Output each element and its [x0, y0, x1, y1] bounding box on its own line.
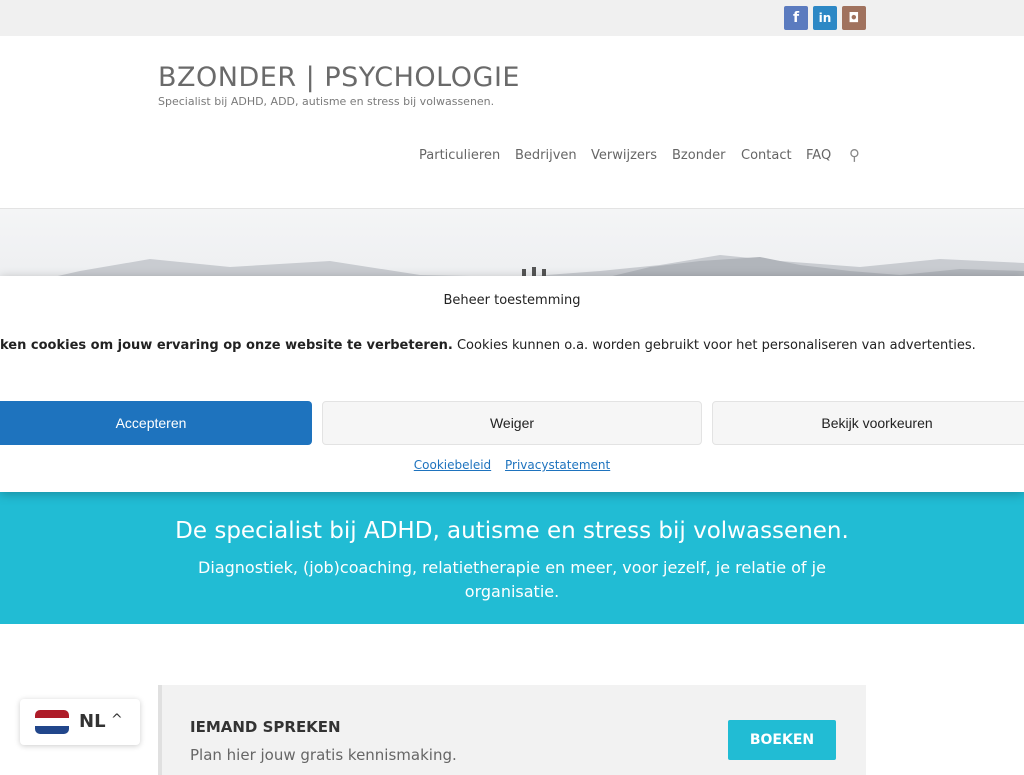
view-preferences-button[interactable]: Bekijk voorkeuren [712, 401, 1024, 445]
nav-item-particulieren[interactable]: Particulieren [419, 148, 500, 163]
language-switcher[interactable]: NL ^ [20, 699, 140, 745]
nav-item-bedrijven[interactable]: Bedrijven [515, 148, 577, 163]
site-header: BZONDER | PSYCHOLOGIE Specialist bij ADH… [0, 36, 1024, 209]
privacy-statement-link[interactable]: Privacystatement [505, 458, 610, 472]
top-bar: f in ◘ [0, 0, 1024, 36]
search-icon[interactable]: ⚲ [849, 146, 860, 164]
deny-cookies-button[interactable]: Weiger [322, 401, 702, 445]
site-subtitle: Specialist bij ADHD, ADD, autisme en str… [158, 95, 495, 108]
nav-item-bzonder[interactable]: Bzonder [672, 148, 726, 163]
nav-item-faq[interactable]: FAQ [806, 148, 831, 163]
cookie-modal-message: ken cookies om jouw ervaring op onze web… [0, 338, 976, 353]
banner-subheading: Diagnostiek, (job)coaching, relatiethera… [198, 558, 826, 601]
cta-box: IEMAND SPREKEN Plan hier jouw gratis ken… [158, 685, 866, 775]
cookie-modal-title: Beheer toestemming [443, 293, 581, 308]
cookie-message-bold: ken cookies om jouw ervaring op onze web… [0, 338, 453, 353]
instagram-icon[interactable]: ◘ [842, 6, 866, 30]
cta-title: IEMAND SPREKEN [190, 718, 341, 736]
chevron-up-icon: ^ [111, 712, 123, 728]
netherlands-flag-icon [35, 710, 69, 734]
banner-heading: De specialist bij ADHD, autisme en stres… [175, 518, 849, 544]
accept-cookies-button[interactable]: Accepteren [0, 401, 312, 445]
facebook-icon[interactable]: f [784, 6, 808, 30]
cookie-policy-link[interactable]: Cookiebeleid [414, 458, 491, 472]
cookie-message-rest: Cookies kunnen o.a. worden gebruikt voor… [452, 338, 976, 353]
book-button[interactable]: BOEKEN [728, 720, 836, 760]
nav-item-contact[interactable]: Contact [741, 148, 792, 163]
site-title[interactable]: BZONDER | PSYCHOLOGIE [158, 62, 520, 93]
cookie-consent-modal: Beheer toestemming ken cookies om jouw e… [0, 276, 1024, 492]
language-code: NL [79, 711, 106, 732]
linkedin-icon[interactable]: in [813, 6, 837, 30]
nav-item-verwijzers[interactable]: Verwijzers [591, 148, 657, 163]
cta-text: Plan hier jouw gratis kennismaking. [190, 746, 457, 764]
intro-banner: De specialist bij ADHD, autisme en stres… [0, 490, 1024, 624]
cookie-modal-links: Cookiebeleid Privacystatement [0, 458, 1024, 472]
